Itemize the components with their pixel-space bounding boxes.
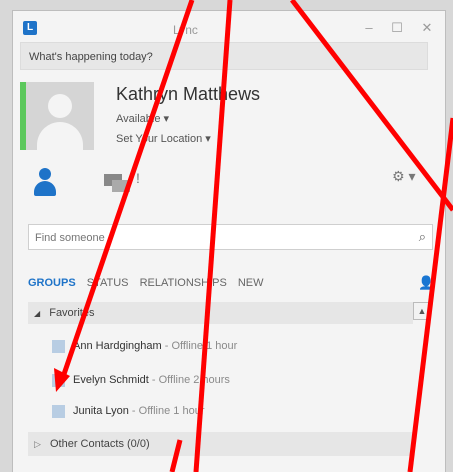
contacts-body-icon	[34, 181, 56, 196]
group-header-favorites[interactable]: ◢ Favorites	[28, 302, 413, 324]
profile-name: Kathryn Matthews	[116, 84, 261, 104]
contact-status: - Offline 1 hour	[131, 405, 205, 417]
tab-groups[interactable]: GROUPS	[28, 277, 76, 289]
contact-name: Ann Hardgingham	[73, 340, 162, 352]
maximize-button[interactable]: ☐	[387, 19, 407, 37]
contact-row[interactable]: Ann Hardgingham - Offline 1 hour	[52, 336, 392, 356]
group-label: Other Contacts (0/0)	[49, 438, 150, 450]
window-title: Lync	[173, 23, 198, 37]
gear-icon[interactable]: ⚙ ▾	[392, 168, 415, 185]
close-button[interactable]: ✕	[417, 19, 437, 37]
location-dropdown[interactable]: Set Your Location ▾	[116, 132, 211, 145]
presence-icon	[52, 404, 65, 418]
add-contact-icon[interactable]: 👤	[418, 275, 434, 291]
presence-icon	[52, 373, 65, 387]
group-label: Favorites	[49, 307, 95, 319]
contact-name: Evelyn Schmidt	[73, 374, 149, 386]
tab-relationships[interactable]: RELATIONSHIPS	[140, 277, 227, 289]
contact-status: - Offline 1 hour	[164, 340, 238, 352]
group-header-other-contacts[interactable]: ▷ Other Contacts (0/0)	[28, 432, 413, 456]
contact-name: Junita Lyon	[73, 405, 129, 417]
lync-app-icon: L	[23, 21, 37, 35]
collapse-arrow-icon: ◢	[34, 309, 41, 318]
contacts-tab-icon[interactable]	[34, 168, 56, 198]
alert-icon: !	[136, 170, 140, 186]
screenshot-frame: L Lync – ☐ ✕ What's happening today? Kat…	[0, 0, 453, 472]
contacts-tab-bar: GROUPS STATUS RELATIONSHIPS NEW	[28, 277, 272, 289]
expand-arrow-icon: ▷	[34, 439, 41, 449]
minimize-button[interactable]: –	[359, 19, 379, 37]
availability-dropdown[interactable]: Available ▾	[116, 112, 169, 125]
conversations-tab-icon[interactable]: !	[104, 170, 140, 194]
chat-bubble-front-icon	[112, 180, 130, 192]
tab-status[interactable]: STATUS	[87, 277, 129, 289]
scroll-up-button[interactable]: ▲	[413, 302, 431, 320]
search-input[interactable]	[29, 225, 397, 251]
contact-status: - Offline 2 hours	[151, 374, 230, 386]
search-box[interactable]: ⌕	[28, 224, 433, 251]
whats-happening-input[interactable]: What's happening today?	[20, 42, 428, 70]
contacts-head-icon	[39, 168, 51, 180]
presence-icon	[52, 339, 65, 353]
avatar-body-icon	[37, 122, 83, 150]
avatar-head-icon	[48, 94, 72, 118]
avatar[interactable]	[26, 82, 94, 150]
tab-new[interactable]: NEW	[238, 277, 264, 289]
contact-row[interactable]: Evelyn Schmidt - Offline 2 hours	[52, 370, 392, 390]
search-icon[interactable]: ⌕	[419, 229, 426, 245]
contact-row[interactable]: Junita Lyon - Offline 1 hour	[52, 401, 392, 421]
